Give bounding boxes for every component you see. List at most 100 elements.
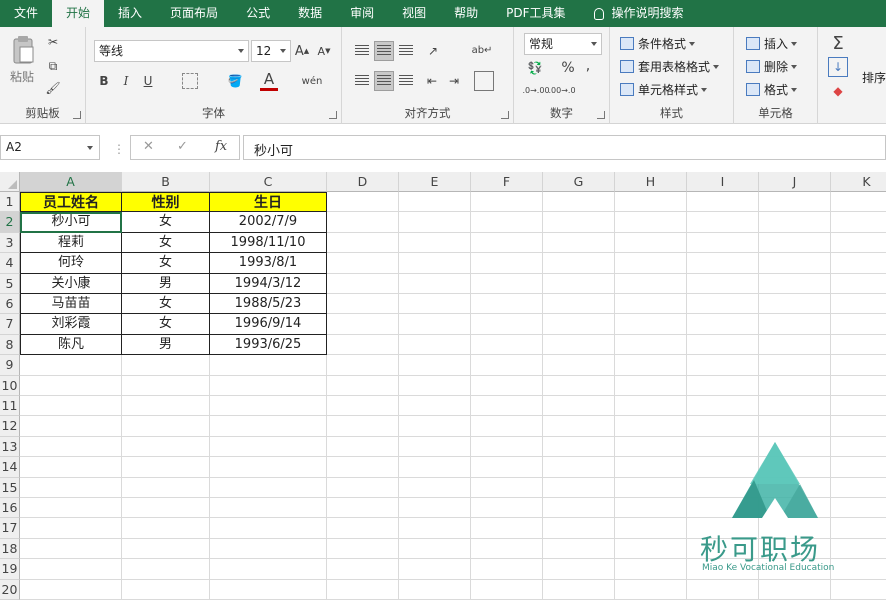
column-header-j[interactable]: J [759, 172, 831, 192]
cell-g3[interactable] [543, 232, 615, 254]
cell-b13[interactable] [122, 436, 210, 458]
cell-f13[interactable] [471, 436, 543, 458]
row-header-16[interactable]: 16 [0, 498, 20, 519]
cell-k3[interactable] [831, 233, 886, 254]
cell-d1[interactable] [327, 192, 399, 213]
cell-k2[interactable] [831, 212, 886, 233]
conditional-format-button[interactable]: 条件格式 [620, 35, 696, 52]
row-header-7[interactable]: 7 [0, 314, 20, 335]
column-header-d[interactable]: D [327, 172, 399, 192]
cell-i20[interactable] [687, 579, 759, 600]
cell-j6[interactable] [759, 294, 831, 315]
cell-f18[interactable] [471, 538, 543, 560]
cell-k10[interactable] [831, 376, 886, 396]
cell-d9[interactable] [327, 355, 399, 376]
cell-f1[interactable] [471, 192, 543, 213]
row-header-9[interactable]: 9 [0, 355, 20, 376]
cell-a11[interactable] [20, 396, 122, 417]
cell-g4[interactable] [543, 253, 615, 274]
font-name-select[interactable]: 等线 [94, 40, 249, 62]
cell-i3[interactable] [687, 232, 759, 254]
cell-e17[interactable] [399, 518, 471, 539]
cell-d4[interactable] [327, 253, 399, 274]
enter-icon[interactable]: ✓ [177, 139, 188, 154]
cell-d2[interactable] [327, 212, 399, 233]
cell-g7[interactable] [543, 314, 615, 335]
row-header-12[interactable]: 12 [0, 416, 20, 437]
cell-a14[interactable] [20, 457, 122, 478]
row-header-1[interactable]: 1 [0, 192, 20, 213]
cell-k4[interactable] [831, 253, 886, 274]
cell-d11[interactable] [327, 396, 399, 417]
increase-font-icon[interactable]: A ▲ [294, 41, 310, 61]
cell-d20[interactable] [327, 579, 399, 600]
underline-button[interactable]: U [140, 71, 156, 91]
cell-g16[interactable] [543, 498, 615, 519]
cell-c7[interactable]: 1996/9/14 [210, 314, 327, 335]
tab-help[interactable]: 帮助 [440, 0, 492, 27]
tell-me-search[interactable]: 操作说明搜索 [580, 0, 698, 27]
decrease-indent-icon[interactable]: ⇤ [422, 71, 442, 91]
select-all-corner[interactable] [0, 172, 20, 192]
cell-a7[interactable]: 刘彩霞 [20, 314, 122, 335]
top-align-icon[interactable] [352, 41, 372, 61]
fill-icon[interactable]: ↓ [828, 57, 848, 77]
font-launcher-icon[interactable] [329, 111, 337, 119]
cell-d3[interactable] [327, 232, 399, 254]
cell-e14[interactable] [399, 457, 471, 478]
name-box[interactable]: A2 [0, 135, 100, 160]
font-size-select[interactable]: 12 [251, 40, 291, 62]
cell-f16[interactable] [471, 498, 543, 519]
row-header-15[interactable]: 15 [0, 477, 20, 498]
column-header-c[interactable]: C [210, 172, 327, 192]
cell-f4[interactable] [471, 253, 543, 274]
cell-e9[interactable] [399, 355, 471, 376]
cell-b11[interactable] [122, 396, 210, 417]
cell-c9[interactable] [210, 355, 327, 376]
cell-h13[interactable] [615, 436, 687, 458]
cell-b16[interactable] [122, 498, 210, 519]
cell-j2[interactable] [759, 212, 831, 233]
cell-d16[interactable] [327, 498, 399, 519]
italic-button[interactable]: I [118, 71, 134, 91]
cell-a13[interactable] [20, 436, 122, 458]
cell-b6[interactable]: 女 [122, 294, 210, 315]
cell-h16[interactable] [615, 498, 687, 519]
cell-f15[interactable] [471, 477, 543, 498]
cell-k9[interactable] [831, 355, 886, 376]
column-header-e[interactable]: E [399, 172, 471, 192]
autosum-icon[interactable]: Σ [828, 33, 848, 54]
cell-a4[interactable]: 何玲 [20, 253, 122, 274]
cell-h7[interactable] [615, 314, 687, 335]
increase-decimal-icon[interactable]: .0→.00 [522, 82, 549, 98]
cell-i10[interactable] [687, 375, 759, 396]
cell-d17[interactable] [327, 518, 399, 539]
cell-d15[interactable] [327, 477, 399, 498]
cell-g13[interactable] [543, 436, 615, 458]
cell-b20[interactable] [122, 579, 210, 600]
cell-j8[interactable] [759, 334, 831, 356]
cell-b7[interactable]: 女 [122, 314, 210, 335]
cell-e15[interactable] [399, 477, 471, 498]
tab-review[interactable]: 审阅 [336, 0, 388, 27]
cell-j12[interactable] [759, 416, 831, 437]
row-header-11[interactable]: 11 [0, 396, 20, 417]
tab-file[interactable]: 文件 [0, 0, 52, 27]
cell-f12[interactable] [471, 416, 543, 437]
cell-f2[interactable] [471, 212, 543, 233]
formula-input[interactable]: 秒小可 [243, 135, 886, 160]
cell-b3[interactable]: 女 [122, 232, 210, 254]
cell-c15[interactable] [210, 477, 327, 498]
cell-c17[interactable] [210, 518, 327, 539]
cell-h19[interactable] [615, 559, 687, 580]
orientation-icon[interactable]: ↗ [422, 41, 444, 61]
cell-d18[interactable] [327, 538, 399, 560]
align-left-icon[interactable] [352, 71, 372, 91]
cell-h10[interactable] [615, 375, 687, 396]
cell-g5[interactable] [543, 273, 615, 294]
alignment-launcher-icon[interactable] [501, 111, 509, 119]
cell-e20[interactable] [399, 579, 471, 600]
cell-styles-button[interactable]: 单元格样式 [620, 81, 708, 98]
cell-d10[interactable] [327, 375, 399, 396]
cell-k12[interactable] [831, 416, 886, 437]
